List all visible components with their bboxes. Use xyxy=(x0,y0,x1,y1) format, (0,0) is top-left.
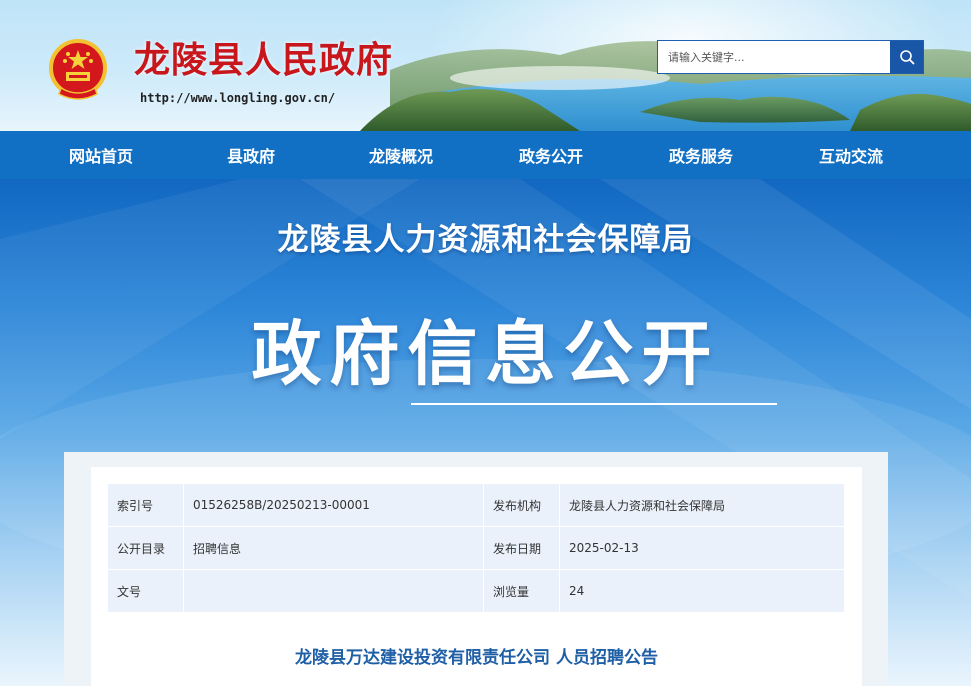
nav-item-overview[interactable]: 龙陵概况 xyxy=(326,131,476,179)
nav-item-government-affairs[interactable]: 政务公开 xyxy=(476,131,626,179)
nav-item-home[interactable]: 网站首页 xyxy=(26,131,176,179)
views-value: 24 xyxy=(559,569,845,613)
info-metadata-table: 索引号 01526258B/20250213-00001 发布机构 龙陵县人力资… xyxy=(107,483,845,613)
site-header: 龙陵县人民政府 http://www.longling.gov.cn/ xyxy=(0,0,971,131)
views-label: 浏览量 xyxy=(483,569,560,613)
banner-heading: 政府信息公开 xyxy=(251,313,720,395)
table-row: 公开目录 招聘信息 发布日期 2025-02-13 xyxy=(107,526,845,570)
article-title: 龙陵县万达建设投资有限责任公司 人员招聘公告 xyxy=(295,648,658,668)
nav-item-interaction[interactable]: 互动交流 xyxy=(776,131,926,179)
site-url: http://www.longling.gov.cn/ xyxy=(140,91,336,105)
main-nav: 网站首页 县政府 龙陵概况 政务公开 政务服务 互动交流 xyxy=(0,131,971,179)
search-icon xyxy=(899,50,914,65)
search-input[interactable] xyxy=(658,41,890,73)
nav-item-government-services[interactable]: 政务服务 xyxy=(626,131,776,179)
department-title: 龙陵县人力资源和社会保障局 xyxy=(277,222,694,258)
publisher-label: 发布机构 xyxy=(483,483,560,527)
document-number-value xyxy=(183,569,484,613)
table-row: 索引号 01526258B/20250213-00001 发布机构 龙陵县人力资… xyxy=(107,483,845,527)
site-title[interactable]: 龙陵县人民政府 xyxy=(134,36,393,84)
publisher-value: 龙陵县人力资源和社会保障局 xyxy=(559,483,845,527)
document-number-label: 文号 xyxy=(107,569,184,613)
index-number-label: 索引号 xyxy=(107,483,184,527)
publish-date-label: 发布日期 xyxy=(483,526,560,570)
table-row: 文号 浏览量 24 xyxy=(107,569,845,613)
catalog-label: 公开目录 xyxy=(107,526,184,570)
nav-item-county-government[interactable]: 县政府 xyxy=(176,131,326,179)
national-emblem-icon xyxy=(49,39,107,100)
index-number-value: 01526258B/20250213-00001 xyxy=(183,483,484,527)
banner-heading-underline xyxy=(411,403,777,405)
search-box xyxy=(657,40,924,74)
catalog-value: 招聘信息 xyxy=(183,526,484,570)
publish-date-value: 2025-02-13 xyxy=(559,526,845,570)
search-button[interactable] xyxy=(890,41,923,73)
